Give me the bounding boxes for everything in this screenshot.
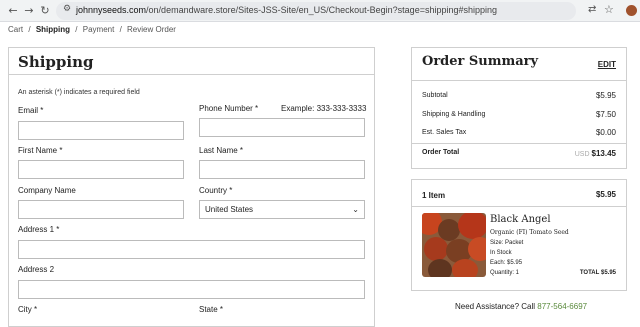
sales-tax-value: $0.00 xyxy=(595,128,616,137)
divider xyxy=(9,74,374,75)
country-value: United States xyxy=(205,205,254,214)
profile-avatar[interactable] xyxy=(626,5,637,16)
product-quantity: Quantity: 1 xyxy=(490,270,520,276)
shipping-handling-value: $7.50 xyxy=(595,110,616,119)
edit-cart-link[interactable]: EDIT xyxy=(598,60,616,69)
order-summary-title: Order Summary xyxy=(422,54,539,69)
product-name[interactable]: Black Angel xyxy=(490,214,551,225)
product-total: TOTAL $5.95 xyxy=(580,270,616,276)
url-text: johnnyseeds.com/on/demandware.store/Site… xyxy=(76,5,497,15)
phone-field[interactable] xyxy=(199,118,365,137)
email-field[interactable] xyxy=(18,121,184,140)
breadcrumb: Cart / Shipping / Payment / Review Order xyxy=(8,25,179,34)
phone-hint: Example: 333-333-3333 xyxy=(281,104,367,113)
reload-icon[interactable]: ↻ xyxy=(38,4,52,18)
divider xyxy=(412,143,626,144)
shipping-title: Shipping xyxy=(18,53,94,71)
sales-tax-label: Est. Sales Tax xyxy=(422,129,467,136)
product-each-price: Each: $5.95 xyxy=(490,260,523,266)
breadcrumb-payment: Payment xyxy=(82,25,115,34)
breadcrumb-separator: / xyxy=(75,25,78,34)
product-image xyxy=(422,213,486,277)
cart-items-panel: 1 Item $5.95 Black Angel Organic (FI) To… xyxy=(411,179,627,291)
site-info-icon[interactable]: ⚙ xyxy=(63,4,71,14)
subtotal-label: Subtotal xyxy=(422,92,448,99)
last-name-label: Last Name * xyxy=(199,146,244,155)
product-size: Size: Packet xyxy=(490,240,524,246)
assistance-text: Need Assistance? Call xyxy=(455,302,536,311)
chevron-down-icon: ⌄ xyxy=(352,205,359,214)
last-name-field[interactable] xyxy=(199,160,365,179)
address-bar[interactable]: ⚙ johnnyseeds.com/on/demandware.store/Si… xyxy=(56,2,576,20)
translate-icon[interactable]: ⇄ xyxy=(588,4,596,15)
company-field[interactable] xyxy=(18,200,184,219)
url-path: /on/demandware.store/Sites-JSS-Site/en_U… xyxy=(146,5,498,15)
url-host: johnnyseeds.com xyxy=(76,5,147,15)
product-stock: In Stock xyxy=(490,250,512,256)
divider xyxy=(412,206,626,207)
address1-label: Address 1 * xyxy=(18,225,60,234)
assistance-line: Need Assistance? Call 877-564-6697 xyxy=(455,302,587,311)
forward-icon[interactable]: → xyxy=(22,4,36,18)
phone-label: Phone Number * xyxy=(199,104,259,113)
first-name-field[interactable] xyxy=(18,160,184,179)
breadcrumb-shipping: Shipping xyxy=(35,25,71,34)
order-summary-panel: Order Summary EDIT Subtotal $5.95 Shippi… xyxy=(411,47,627,169)
city-label: City * xyxy=(18,305,38,314)
address2-field[interactable] xyxy=(18,280,365,299)
items-price: $5.95 xyxy=(595,190,616,199)
breadcrumb-separator: / xyxy=(28,25,31,34)
first-name-label: First Name * xyxy=(18,146,63,155)
breadcrumb-cart[interactable]: Cart xyxy=(8,25,23,34)
address1-field[interactable] xyxy=(18,240,365,259)
product-total-value: $5.95 xyxy=(600,270,616,276)
shipping-panel: Shipping An asterisk (*) indicates a req… xyxy=(8,47,375,327)
order-total: USD $13.45 xyxy=(575,149,616,158)
order-total-label: Order Total xyxy=(422,149,460,156)
order-total-value: $13.45 xyxy=(591,149,616,158)
company-label: Company Name xyxy=(18,186,76,195)
subtotal-value: $5.95 xyxy=(595,91,616,100)
email-label: Email * xyxy=(18,106,44,115)
item-count: 1 Item xyxy=(422,191,446,200)
country-select[interactable]: United States ⌄ xyxy=(199,200,365,219)
breadcrumb-review-order: Review Order xyxy=(127,25,176,34)
product-total-label: TOTAL xyxy=(579,270,600,276)
bookmark-star-icon[interactable]: ☆ xyxy=(604,3,614,16)
browser-toolbar: ← → ↻ ⚙ johnnyseeds.com/on/demandware.st… xyxy=(0,0,640,22)
state-label: State * xyxy=(199,305,224,314)
product-subtitle: Organic (FI) Tomato Seed xyxy=(490,229,569,236)
country-label: Country * xyxy=(199,186,233,195)
divider xyxy=(412,80,626,81)
address2-label: Address 2 xyxy=(18,265,55,274)
required-note: An asterisk (*) indicates a required fie… xyxy=(18,89,140,96)
shipping-handling-label: Shipping & Handling xyxy=(422,111,486,118)
breadcrumb-separator: / xyxy=(119,25,122,34)
back-icon[interactable]: ← xyxy=(6,4,20,18)
assistance-phone-link[interactable]: 877-564-6697 xyxy=(537,302,587,311)
currency-code: USD xyxy=(574,151,590,158)
